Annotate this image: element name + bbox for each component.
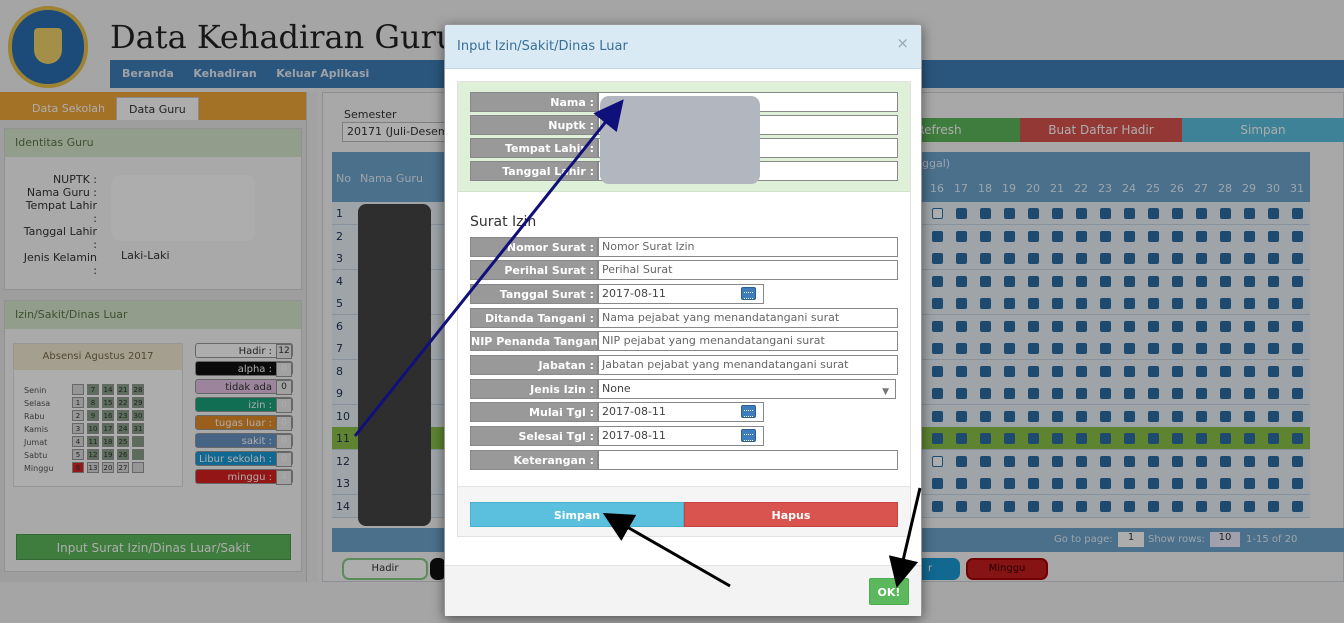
label-jenis-izin: Jenis Izin : (470, 379, 598, 399)
modal-title: Input Izin/Sakit/Dinas Luar (457, 39, 628, 54)
label-tempat-lahir: Tempat Lahir : (470, 138, 598, 158)
tanggal-surat-input[interactable]: 2017-08-11 (598, 284, 764, 304)
label-selesai-tgl: Selesai Tgl : (470, 426, 598, 446)
jabatan-input[interactable]: Jabatan pejabat yang menandatangani sura… (598, 355, 898, 375)
input-izin-modal: Input Izin/Sakit/Dinas Luar × Nama : Nup… (444, 24, 922, 616)
label-tanggal-surat: Tanggal Surat : (470, 284, 598, 304)
label-nama: Nama : (470, 92, 598, 112)
calendar-icon[interactable] (741, 405, 756, 418)
identity-section: Nama : Nuptk : Tempat Lahir : Tanggal La… (458, 82, 910, 192)
label-mulai-tgl: Mulai Tgl : (470, 402, 598, 422)
perihal-surat-input[interactable]: Perihal Surat (598, 260, 898, 280)
selesai-tgl-value: 2017-08-11 (602, 429, 666, 442)
modal-body: Nama : Nuptk : Tempat Lahir : Tanggal La… (457, 81, 911, 537)
label-nip-penanda: NIP Penanda Tangan : (470, 331, 598, 351)
label-perihal-surat: Perihal Surat : (470, 260, 598, 280)
modal-footer: OK! (445, 565, 921, 616)
label-nuptk: Nuptk : (470, 115, 598, 135)
calendar-icon[interactable] (741, 429, 756, 442)
tanggal-surat-value: 2017-08-11 (602, 287, 666, 300)
close-icon[interactable]: × (896, 34, 909, 52)
hapus-button[interactable]: Hapus (684, 502, 898, 527)
label-ditanda-tangani: Ditanda Tangani : (470, 308, 598, 328)
modal-header: Input Izin/Sakit/Dinas Luar × (445, 25, 921, 69)
simpan-button[interactable]: Simpan (470, 502, 684, 527)
jenis-izin-select[interactable]: None ▼ (598, 379, 896, 399)
label-nomor-surat: Nomor Surat : (470, 237, 598, 257)
keterangan-input[interactable] (598, 450, 898, 470)
nip-penanda-input[interactable]: NIP pejabat yang menandatangani surat (598, 331, 898, 351)
mulai-tgl-value: 2017-08-11 (602, 405, 666, 418)
mulai-tgl-input[interactable]: 2017-08-11 (598, 402, 764, 422)
surat-izin-title: Surat Izin (470, 214, 537, 230)
ok-button[interactable]: OK! (869, 578, 909, 605)
label-tanggal-lahir: Tanggal Lahir : (470, 161, 598, 181)
label-jabatan: Jabatan : (470, 355, 598, 375)
selesai-tgl-input[interactable]: 2017-08-11 (598, 426, 764, 446)
ditanda-tangani-input[interactable]: Nama pejabat yang menandatangani surat (598, 308, 898, 328)
jenis-izin-value: None (602, 382, 631, 395)
label-keterangan: Keterangan : (470, 450, 598, 470)
chevron-down-icon: ▼ (882, 387, 889, 397)
redacted-identity-block (600, 96, 760, 184)
nomor-surat-input[interactable]: Nomor Surat Izin (598, 237, 898, 257)
calendar-icon[interactable] (741, 287, 756, 300)
